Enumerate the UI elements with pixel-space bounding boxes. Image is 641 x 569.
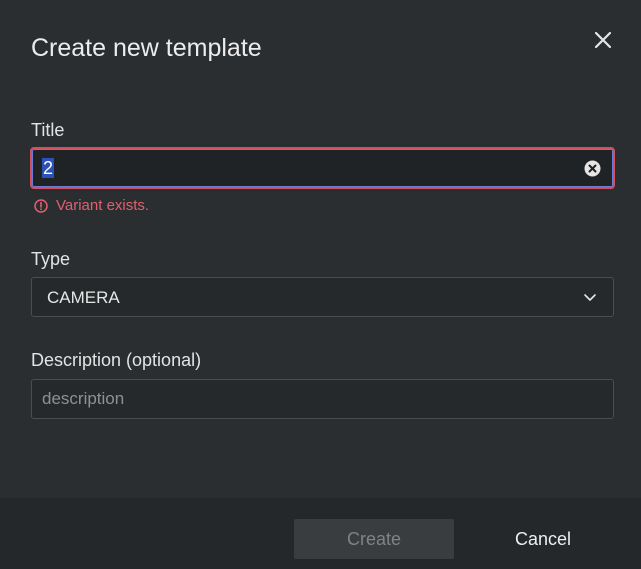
chevron-down-icon bbox=[584, 294, 596, 301]
type-select[interactable]: CAMERA bbox=[31, 277, 614, 317]
dialog-footer: Create Cancel bbox=[0, 498, 641, 569]
title-input[interactable]: 2 bbox=[30, 147, 615, 189]
type-select-value: CAMERA bbox=[47, 288, 120, 307]
dialog-title: Create new template bbox=[31, 34, 262, 62]
title-error: Variant exists. bbox=[34, 197, 149, 215]
create-template-dialog: Create new template Title 2 Variant exis… bbox=[0, 0, 641, 569]
cancel-button[interactable]: Cancel bbox=[480, 519, 606, 559]
description-label: Description (optional) bbox=[31, 350, 202, 370]
clear-circle-icon bbox=[584, 160, 601, 177]
create-button[interactable]: Create bbox=[294, 519, 454, 559]
close-button[interactable] bbox=[592, 29, 614, 51]
type-label: Type bbox=[31, 249, 71, 269]
close-icon bbox=[594, 31, 612, 49]
title-label: Title bbox=[31, 120, 65, 140]
clear-button[interactable] bbox=[584, 160, 601, 177]
alert-circle-icon bbox=[34, 199, 48, 213]
description-input[interactable] bbox=[31, 379, 614, 419]
title-input-value[interactable]: 2 bbox=[42, 158, 55, 178]
error-message: Variant exists. bbox=[56, 197, 150, 214]
